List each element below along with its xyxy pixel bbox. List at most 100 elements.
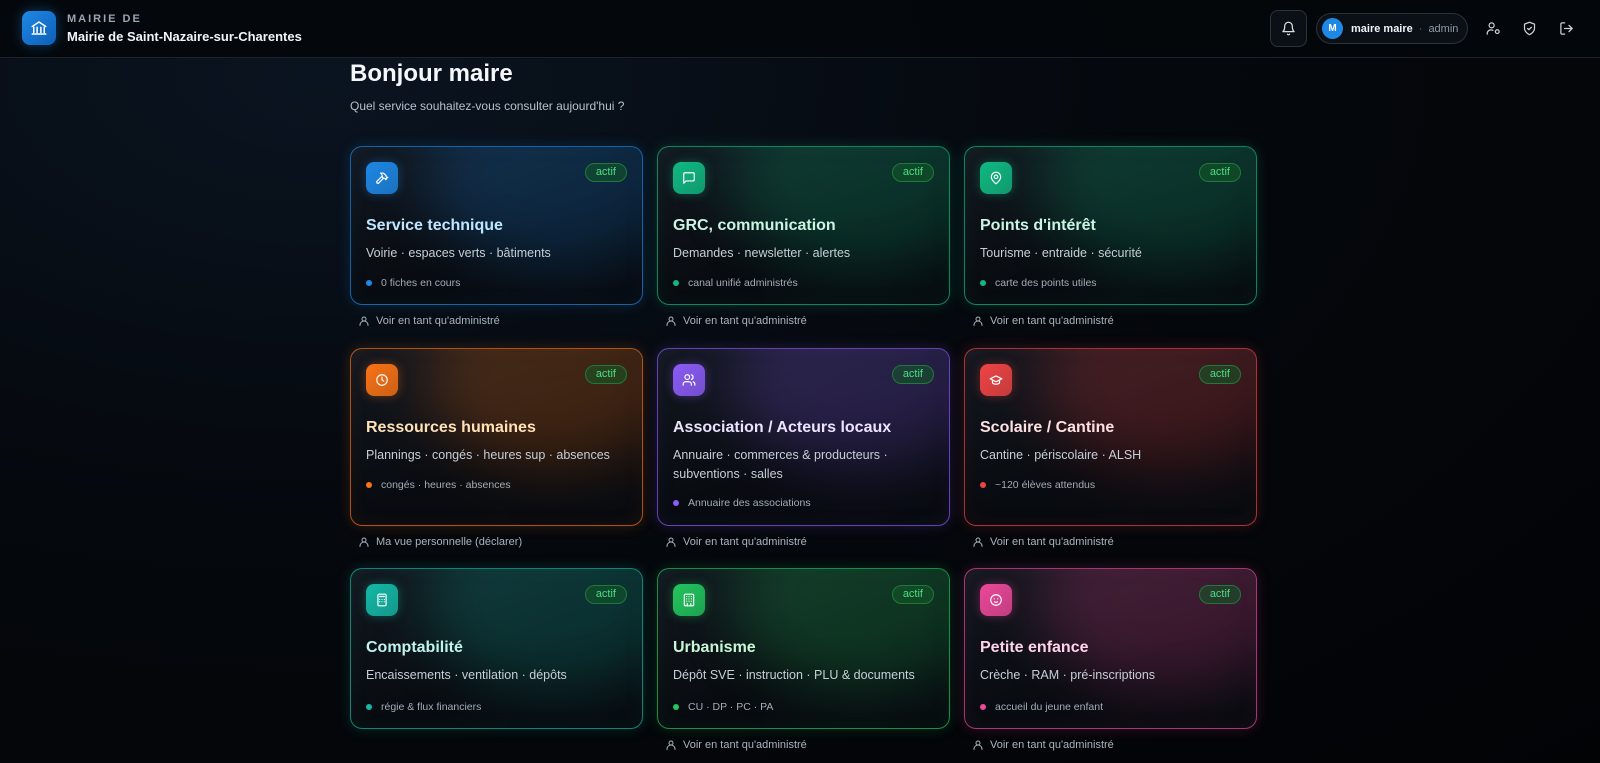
service-card[interactable]: actif GRC, communication Demandes · newsle… [657, 146, 950, 305]
card-meta: ~120 élèves attendus [980, 479, 1095, 491]
status-badge: actif [1198, 163, 1241, 182]
status-badge: actif [891, 365, 934, 384]
card-meta: 0 fiches en cours [366, 277, 460, 289]
view-as-link-label: Ma vue personnelle (déclarer) [376, 536, 523, 548]
users-icon [673, 364, 705, 396]
card-description: Voirie · espaces verts · bâtiments [366, 246, 551, 260]
status-badge: actif [584, 163, 627, 182]
card-description: Plannings · congés · heures sup · absenc… [366, 448, 610, 462]
service-card[interactable]: actif Scolaire / Cantine Cantine · périsco… [964, 348, 1257, 526]
view-as-link-label: Voir en tant qu'administré [990, 739, 1114, 751]
status-dot [366, 482, 372, 488]
view-as-link-label: Voir en tant qu'administré [376, 315, 500, 327]
user-icon [973, 740, 983, 750]
service-card[interactable]: actif Comptabilité Encaissements · ventila… [350, 568, 643, 729]
calculator-icon [366, 584, 398, 616]
view-as-link-label: Voir en tant qu'administré [990, 536, 1114, 548]
baby-icon [980, 584, 1012, 616]
service-card[interactable]: actif Points d'intérêt Tourisme · entraide… [964, 146, 1257, 305]
user-role: admin [1428, 22, 1459, 35]
card-meta-text: ~120 élèves attendus [995, 479, 1096, 491]
view-as-link-label: Voir en tant qu'administré [683, 536, 807, 548]
card-description: Crèche · RAM · pré-inscriptions [980, 668, 1156, 682]
service-card[interactable]: actif Service technique Voirie · espaces v… [350, 146, 643, 305]
card-title: Comptabilité [366, 639, 463, 656]
view-as-link[interactable]: Voir en tant qu'administré [665, 315, 807, 327]
card-title: Points d'intérêt [980, 217, 1096, 234]
card-description: Tourisme · entraide · sécurité [980, 246, 1142, 260]
card-title: Association / Acteurs locaux [673, 419, 892, 436]
card-meta-text: congés · heures · absences [381, 479, 511, 491]
status-dot [366, 704, 372, 710]
page-subtitle: Quel service souhaitez-vous consulter au… [350, 99, 625, 113]
view-as-link[interactable]: Voir en tant qu'administré [358, 315, 500, 327]
card-meta-text: régie & flux financiers [381, 701, 482, 713]
brand: MAIRIE DE Mairie de Saint-Nazaire-sur-Ch… [67, 13, 302, 44]
status-badge: actif [584, 585, 627, 604]
card-title: Service technique [366, 217, 503, 234]
status-badge: actif [891, 163, 934, 182]
card-meta: canal unifié administrés [673, 277, 798, 289]
user-settings-button[interactable] [1482, 17, 1504, 39]
status-dot [980, 704, 986, 710]
service-card[interactable]: actif Petite enfance Crèche · RAM · pré-in… [964, 568, 1257, 729]
building-icon [673, 584, 705, 616]
card-description: Demandes · newsletter · alertes [673, 246, 851, 260]
card-title: GRC, communication [673, 217, 836, 234]
user-icon [973, 316, 983, 326]
card-meta-text: canal unifié administrés [688, 277, 798, 289]
user-icon [666, 537, 676, 547]
card-description: Dépôt SVE · instruction · PLU & document… [673, 668, 915, 682]
security-button[interactable] [1518, 17, 1540, 39]
card-description: Encaissements · ventilation · dépôts [366, 668, 567, 682]
service-card[interactable]: actif Association / Acteurs locaux Annuair… [657, 348, 950, 526]
status-dot [673, 704, 679, 710]
status-dot [673, 280, 679, 286]
avatar: M [1322, 18, 1343, 39]
status-badge: actif [1198, 365, 1241, 384]
card-title: Petite enfance [980, 639, 1089, 656]
graduation-cap-icon [980, 364, 1012, 396]
user-icon [973, 537, 983, 547]
view-as-link[interactable]: Voir en tant qu'administré [972, 315, 1114, 327]
status-dot [673, 500, 679, 506]
service-card[interactable]: actif Urbanisme Dépôt SVE · instruction · … [657, 568, 950, 729]
status-badge: actif [584, 365, 627, 384]
town-hall-logo-icon[interactable] [22, 11, 56, 45]
card-meta-text: 0 fiches en cours [381, 277, 461, 289]
clock-icon [366, 364, 398, 396]
user-icon [359, 537, 369, 547]
service-card[interactable]: actif Ressources humaines Plannings · cong… [350, 348, 643, 526]
view-as-link[interactable]: Ma vue personnelle (déclarer) [358, 536, 522, 548]
view-as-link[interactable]: Voir en tant qu'administré [665, 536, 807, 548]
card-meta: CU · DP · PC · PA [673, 701, 773, 713]
view-as-link[interactable]: Voir en tant qu'administré [972, 536, 1114, 548]
user-menu[interactable]: M maire maire · admin [1316, 13, 1468, 44]
card-title: Ressources humaines [366, 419, 536, 436]
page-title: Bonjour maire [350, 60, 513, 87]
card-meta: régie & flux financiers [366, 701, 481, 713]
notifications-button[interactable] [1270, 10, 1307, 47]
map-pin-icon [980, 162, 1012, 194]
user-icon [359, 316, 369, 326]
view-as-link[interactable]: Voir en tant qu'administré [972, 739, 1114, 751]
user-name: maire maire [1351, 22, 1413, 35]
user-icon [666, 316, 676, 326]
logout-icon [1559, 21, 1573, 35]
chat-icon [673, 162, 705, 194]
status-dot [980, 482, 986, 488]
view-as-link-label: Voir en tant qu'administré [683, 739, 807, 751]
user-cog-icon [1486, 21, 1500, 35]
logout-button[interactable] [1555, 17, 1577, 39]
view-as-link[interactable]: Voir en tant qu'administré [665, 739, 807, 751]
card-meta: carte des points utiles [980, 277, 1097, 289]
card-title: Urbanisme [673, 639, 756, 656]
status-badge: actif [891, 585, 934, 604]
bell-icon [1282, 21, 1295, 36]
card-meta: congés · heures · absences [366, 479, 511, 491]
card-description: Annuaire · commerces & producteurs · sub… [673, 448, 888, 481]
card-meta-text: CU · DP · PC · PA [688, 701, 774, 713]
card-meta-text: Annuaire des associations [688, 497, 811, 509]
user-separator: · [1418, 22, 1423, 35]
card-title: Scolaire / Cantine [980, 419, 1115, 436]
